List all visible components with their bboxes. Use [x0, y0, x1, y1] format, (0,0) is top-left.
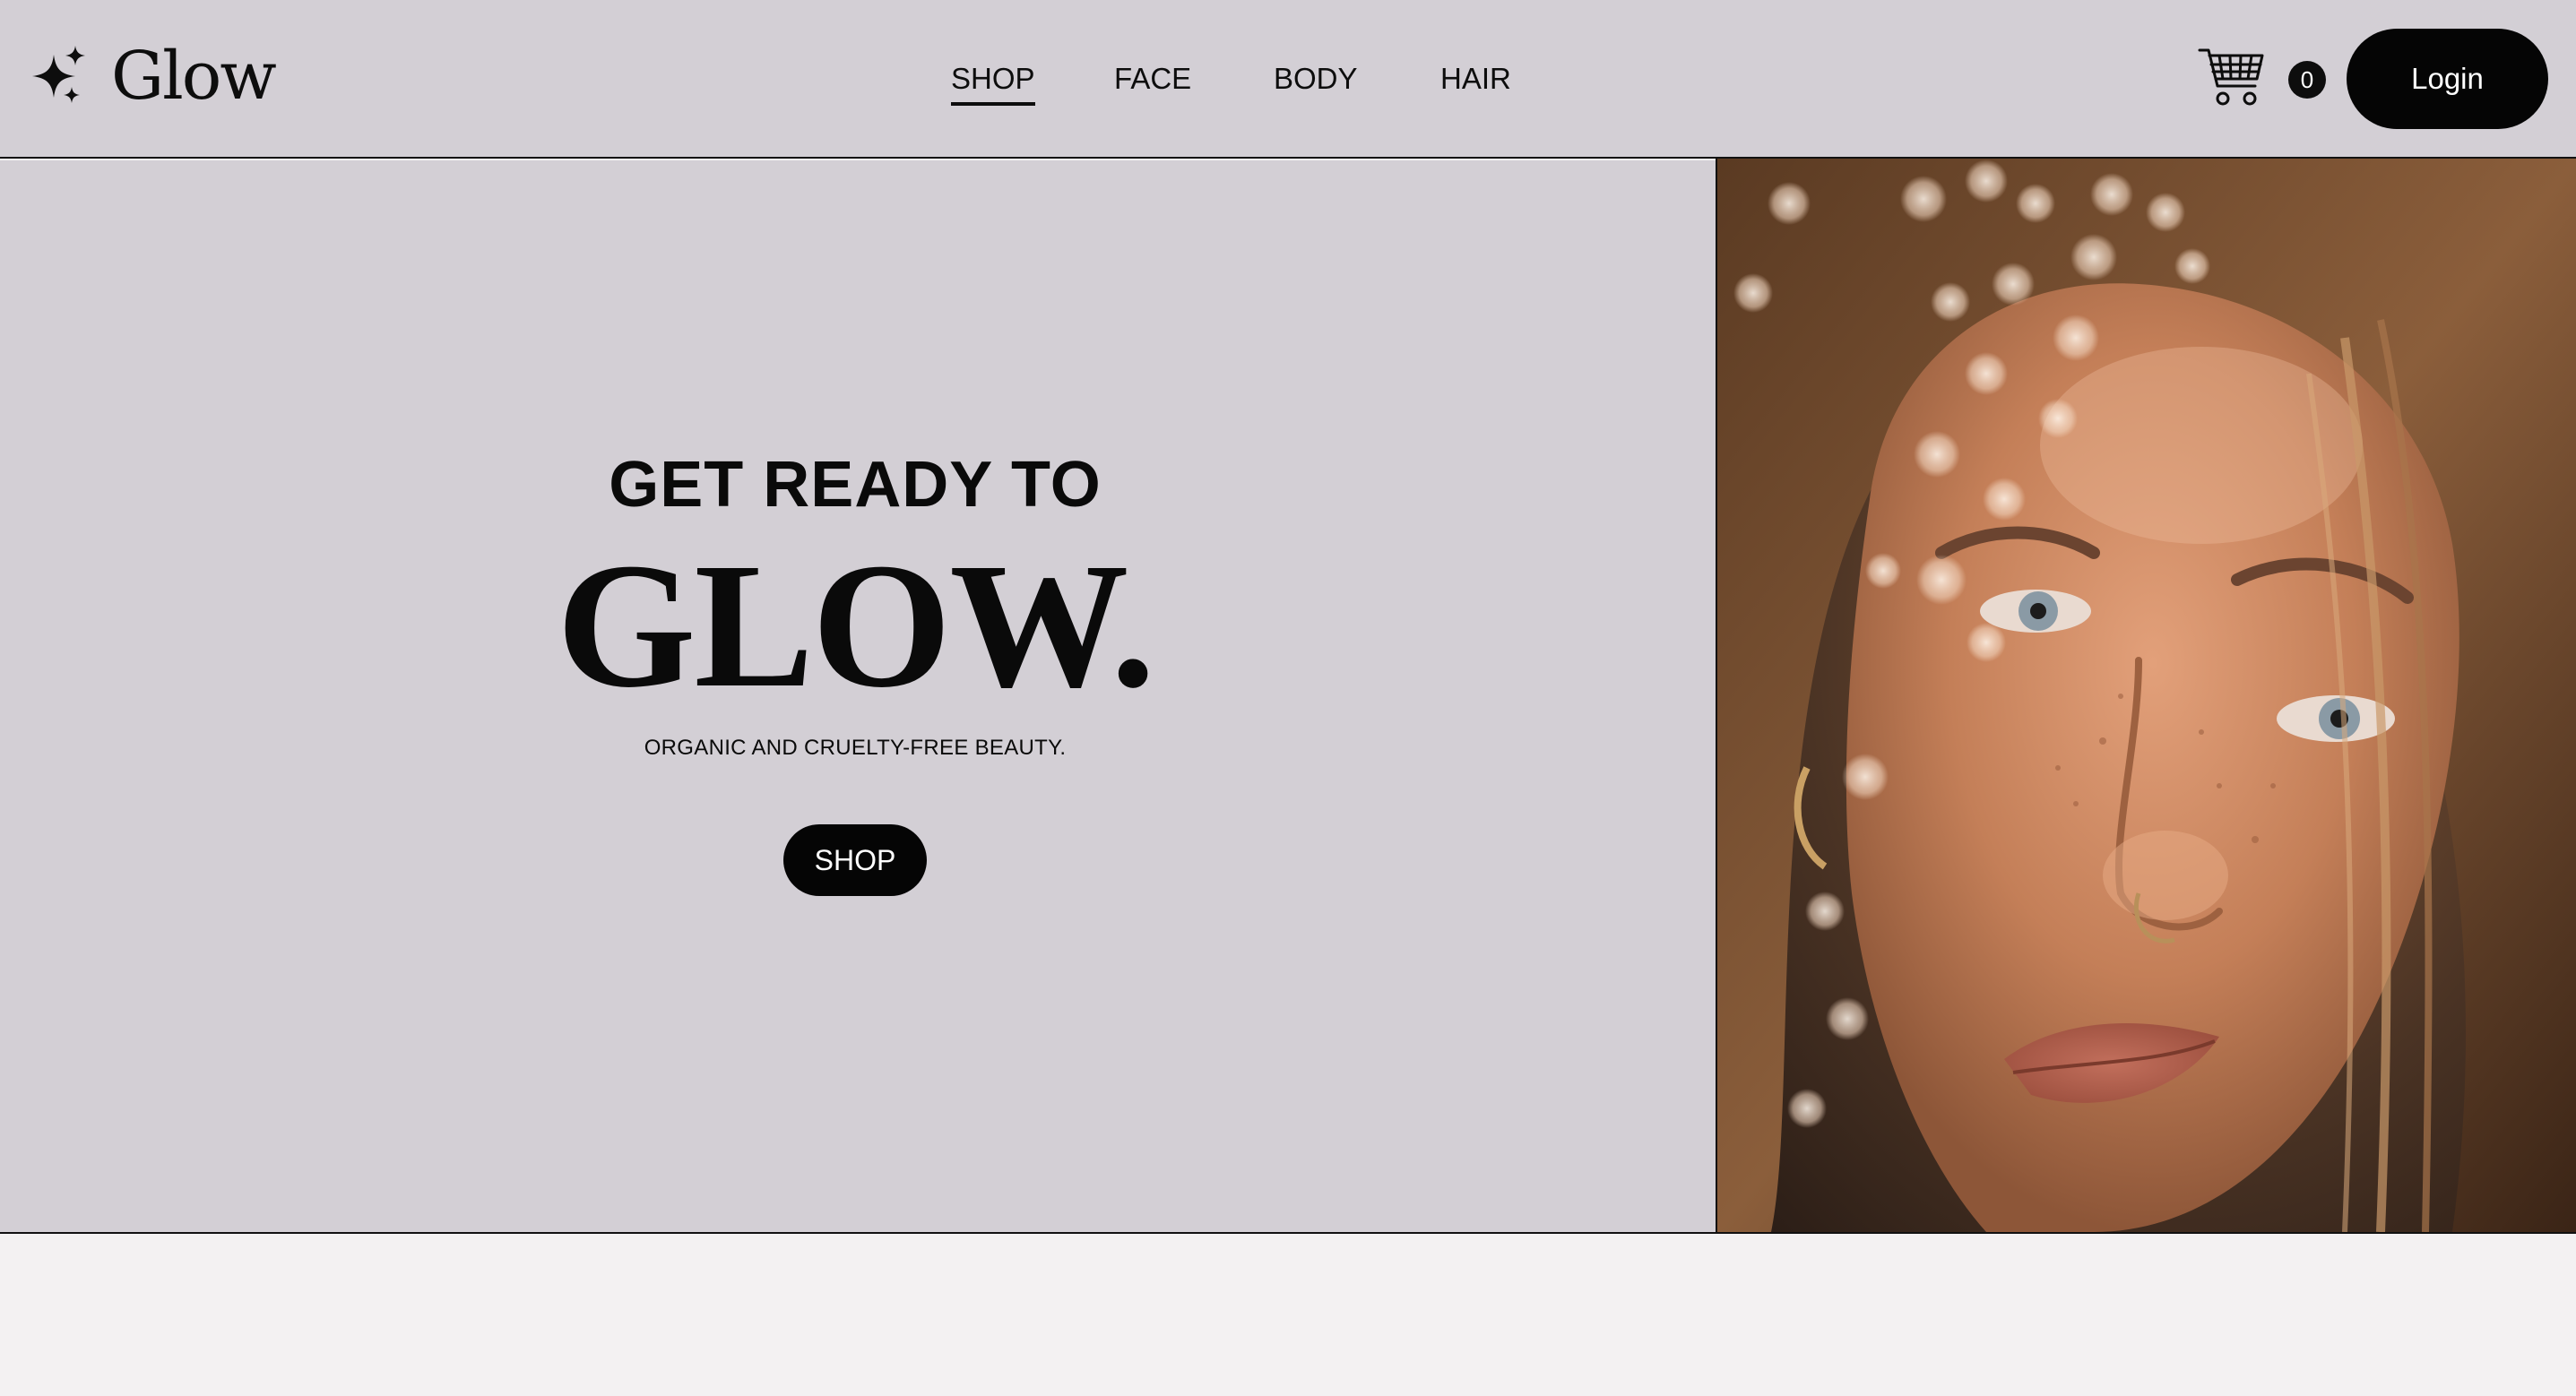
hero-panel: GET READY TO GLOW. ORGANIC AND CRUELTY-F…	[0, 160, 1716, 1232]
site-header: Glow SHOP FACE BODY HAIR 0 Login	[0, 0, 2576, 159]
portrait-illustration	[1717, 159, 2576, 1232]
hero-pre-title: GET READY TO	[609, 449, 1102, 521]
nav-item-face[interactable]: FACE	[1114, 56, 1191, 102]
shopping-cart-icon	[2198, 48, 2264, 106]
brand-name: Glow	[111, 38, 277, 115]
brand-logo-link[interactable]: Glow	[27, 36, 277, 116]
cart-button[interactable]	[2198, 45, 2269, 113]
login-button[interactable]: Login	[2347, 29, 2548, 129]
hero-portrait-image	[1716, 159, 2576, 1232]
nav-item-shop[interactable]: SHOP	[951, 56, 1035, 106]
nav-item-body[interactable]: BODY	[1274, 56, 1358, 102]
cart-count-badge: 0	[2288, 61, 2326, 99]
hero-divider	[0, 1232, 2576, 1234]
nav-item-hair[interactable]: HAIR	[1440, 56, 1511, 102]
hero-shop-button[interactable]: SHOP	[783, 824, 927, 896]
sparkle-icon	[32, 46, 85, 103]
hero-subtitle: ORGANIC AND CRUELTY-FREE BEAUTY.	[644, 736, 1067, 760]
hero-title: GLOW.	[556, 527, 1155, 725]
